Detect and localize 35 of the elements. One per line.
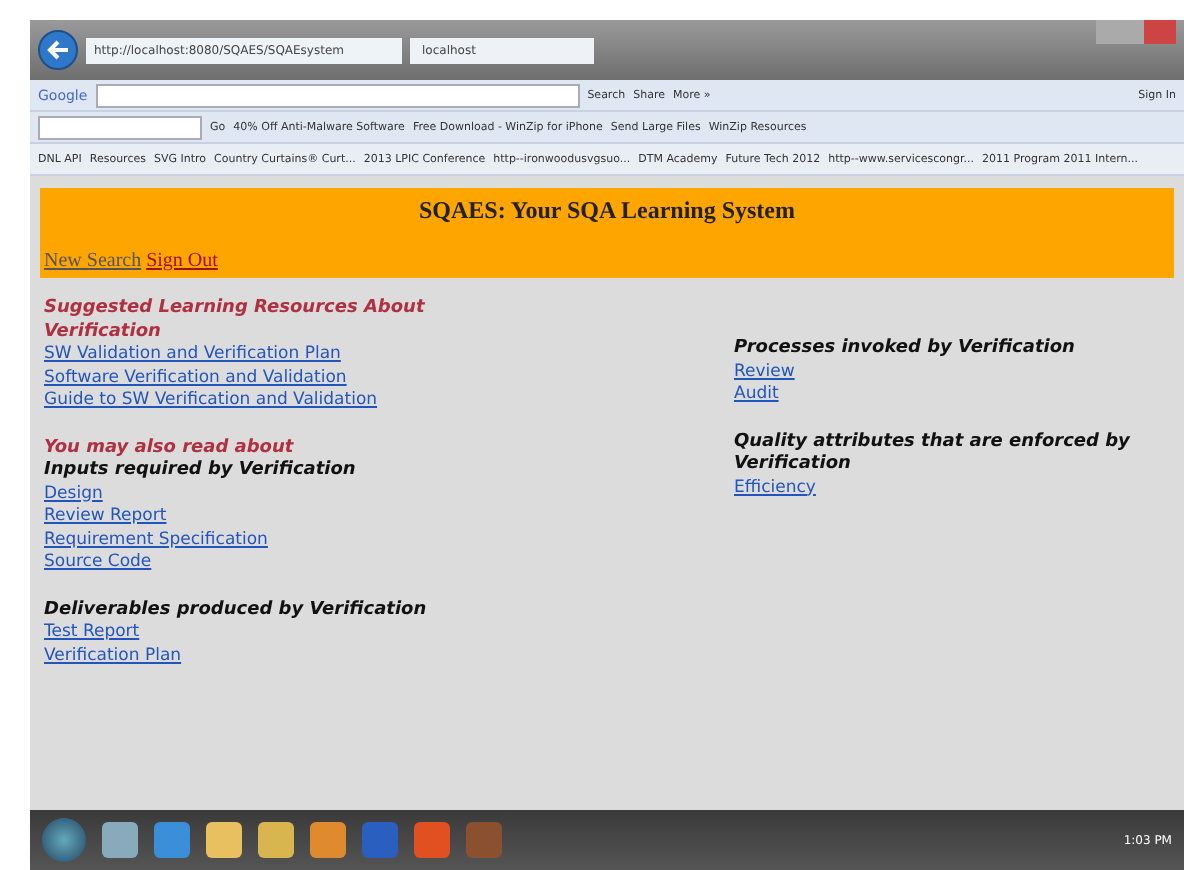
resource-link[interactable]: Test Report	[44, 622, 140, 645]
resource-link[interactable]: Review Report	[44, 506, 167, 529]
section-subheading: Quality attributes that are enforced by Verification	[734, 431, 1132, 477]
back-arrow-icon	[44, 36, 72, 64]
back-button[interactable]	[38, 30, 78, 70]
resource-link[interactable]: Source Code	[44, 552, 152, 575]
window-controls[interactable]	[1096, 20, 1176, 44]
taskbar-app-icon[interactable]	[102, 822, 138, 858]
taskbar-app-icon[interactable]	[414, 822, 450, 858]
section-heading: Suggested Learning Resources About Verification	[44, 298, 427, 344]
nav-link[interactable]: Sign Out	[146, 250, 218, 272]
nav-link[interactable]: New Search	[44, 250, 142, 272]
resource-link[interactable]: Software Verification and Validation	[44, 367, 347, 390]
start-button[interactable]	[42, 818, 86, 862]
resource-link[interactable]: Audit	[734, 384, 779, 407]
taskbar-app-icon[interactable]	[362, 822, 398, 858]
section-subheading: Processes invoked by Verification	[734, 338, 1077, 361]
resource-link[interactable]: Efficiency	[734, 477, 816, 500]
resource-link[interactable]: SW Validation and Verification Plan	[44, 344, 341, 367]
search-field[interactable]	[38, 115, 202, 139]
taskbar-app-icon[interactable]	[310, 822, 346, 858]
taskbar-app-icon[interactable]	[206, 822, 242, 858]
section-subheading: Deliverables produced by Verification	[44, 599, 429, 622]
search-field[interactable]	[95, 83, 580, 107]
section-heading: You may also read about	[44, 437, 296, 460]
page-title: SQAES: Your SQA Learning System	[416, 196, 798, 226]
section-subheading: Inputs required by Verification	[44, 460, 358, 483]
resource-link[interactable]: Guide to SW Verification and Validation	[44, 390, 378, 413]
resource-link[interactable]: Requirement Specification	[44, 529, 268, 552]
taskbar-app-icon[interactable]	[258, 822, 294, 858]
taskbar-app-icon[interactable]	[154, 822, 190, 858]
taskbar-app-icon[interactable]	[466, 822, 502, 858]
resource-link[interactable]: Verification Plan	[44, 645, 182, 668]
resource-link[interactable]: Design	[44, 483, 103, 506]
resource-link[interactable]: Review	[734, 361, 795, 384]
